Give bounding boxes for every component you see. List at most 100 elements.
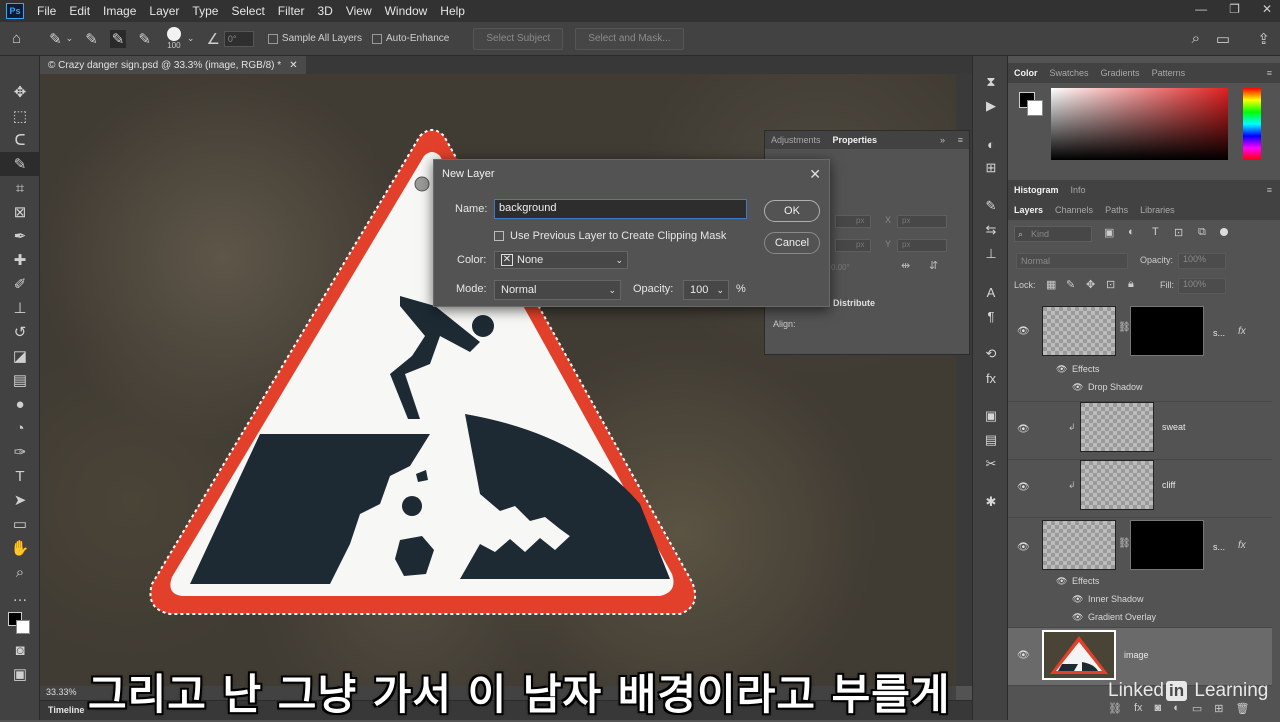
lock-all-icon[interactable]: 🔒︎ [1128, 278, 1134, 291]
glyphs-icon[interactable]: ⟲ [973, 342, 1009, 366]
search-icon[interactable]: ⌕ [1192, 30, 1200, 47]
width-field[interactable]: px [835, 215, 871, 228]
ok-button[interactable]: OK [764, 200, 820, 222]
filter-type-icon[interactable]: T [1152, 226, 1159, 238]
history-icon[interactable]: ⧗ [973, 70, 1009, 94]
zoom-tool-icon[interactable]: ⌕ [0, 560, 40, 584]
effects-eye-icon[interactable]: 👁︎ [1056, 364, 1067, 375]
eyedropper-tool-icon[interactable]: ✒ [0, 224, 40, 248]
restore-icon[interactable]: ❐ [1229, 2, 1240, 16]
screen-mode-icon[interactable]: ▣ [0, 662, 40, 686]
eraser-tool-icon[interactable]: ◪ [0, 344, 40, 368]
tab-histogram[interactable]: Histogram [1008, 185, 1065, 195]
frame-tool-icon[interactable]: ⊠ [0, 200, 40, 224]
new-group-icon[interactable]: ▭ [1192, 702, 1202, 715]
paragraph-icon[interactable]: ¶ [973, 304, 1009, 328]
fill-input[interactable]: 100% [1178, 278, 1226, 294]
menu-select[interactable]: Select [226, 4, 272, 18]
add-mask-icon[interactable]: ◙ [1155, 702, 1162, 715]
adjustments-icon[interactable]: ◐ [973, 132, 1009, 156]
filter-pixel-icon[interactable]: ▣ [1104, 226, 1114, 239]
height-field[interactable]: px [835, 239, 871, 252]
minimize-icon[interactable]: — [1195, 2, 1207, 16]
close-dialog-icon[interactable]: ✕ [809, 166, 821, 183]
menu-window[interactable]: Window [380, 4, 436, 18]
tab-paths[interactable]: Paths [1099, 205, 1134, 215]
properties-icon[interactable]: ⊞ [973, 156, 1009, 180]
dodge-tool-icon[interactable]: ◔ [0, 416, 40, 440]
tab-properties[interactable]: Properties [827, 135, 884, 145]
chevron-down-icon[interactable]: ⌄ [66, 33, 74, 44]
filter-shape-icon[interactable]: ⊡ [1174, 226, 1183, 239]
effects-eye-icon[interactable]: 👁︎ [1056, 576, 1067, 587]
angle-input[interactable]: 0° [223, 30, 254, 47]
zoom-level[interactable]: 33.33% [46, 687, 77, 697]
clipping-mask-checkbox[interactable]: Use Previous Layer to Create Clipping Ma… [494, 230, 726, 242]
lasso-tool-icon[interactable]: ᑕ [0, 128, 40, 152]
layer-filter-kind[interactable]: ⌕ Kind [1014, 226, 1092, 242]
panel-menu-icon[interactable]: ≡ [1267, 68, 1272, 78]
quick-mask-icon[interactable]: ◙ [0, 638, 40, 662]
tab-layers[interactable]: Layers [1008, 205, 1049, 215]
layer-name-input[interactable]: background [494, 199, 747, 219]
tab-adjustments[interactable]: Adjustments [765, 135, 827, 145]
healing-brush-icon[interactable]: ✚ [0, 248, 40, 272]
sample-all-layers-checkbox[interactable]: Sample All Layers [267, 33, 362, 44]
background-color-swatch[interactable] [16, 620, 30, 634]
drop-shadow-eye-icon[interactable]: 👁︎ [1072, 382, 1083, 393]
cancel-button[interactable]: Cancel [764, 232, 820, 254]
scissors-icon[interactable]: ✂ [973, 452, 1009, 476]
new-layer-icon[interactable]: ⊞ [1214, 702, 1223, 715]
clone-stamp-icon[interactable]: ⊥ [0, 296, 40, 320]
fx-icon[interactable]: fx [1238, 540, 1246, 551]
visibility-eye-icon[interactable]: 👁︎ [1017, 424, 1030, 435]
crop-tool-icon[interactable]: ⌗ [0, 176, 40, 200]
brush-tool-icon[interactable]: ✐ [0, 272, 40, 296]
visibility-eye-icon[interactable]: 👁︎ [1017, 650, 1030, 661]
menu-type[interactable]: Type [187, 4, 226, 18]
marquee-tool-icon[interactable]: ⬚ [0, 104, 40, 128]
chevron-down-icon[interactable]: ⌄ [187, 33, 195, 44]
auto-enhance-checkbox[interactable]: Auto-Enhance [371, 33, 449, 44]
select-subject-button[interactable]: Select Subject [473, 27, 564, 50]
flip-vertical-icon[interactable]: ⇵ [929, 259, 938, 272]
workspace-icon[interactable]: ▭ [1216, 30, 1230, 48]
subtract-selection-icon[interactable]: ✎ [138, 30, 151, 48]
filter-smart-object-icon[interactable]: ⧉ [1198, 226, 1206, 239]
home-icon[interactable]: ⌂ [12, 30, 21, 47]
menu-file[interactable]: File [32, 4, 64, 18]
brush-settings-icon[interactable]: ✎ [973, 194, 1009, 218]
close-tab-icon[interactable]: ✕ [289, 60, 297, 71]
lock-position-icon[interactable]: ✥ [1086, 278, 1095, 291]
mode-select[interactable]: Normal ⌄ [494, 280, 621, 300]
y-field[interactable]: px [897, 239, 947, 252]
tab-libraries[interactable]: Libraries [1134, 205, 1181, 215]
panel-menu-icon[interactable]: ≡ [958, 135, 963, 145]
hue-slider[interactable] [1243, 88, 1261, 160]
lock-image-icon[interactable]: ✎ [1066, 278, 1075, 291]
flip-horizontal-icon[interactable]: ⇹ [901, 259, 910, 272]
tab-channels[interactable]: Channels [1049, 205, 1099, 215]
rectangle-tool-icon[interactable]: ▭ [0, 512, 40, 536]
menu-view[interactable]: View [341, 4, 380, 18]
quick-selection-tool-icon[interactable]: ✎ [0, 152, 40, 176]
move-tool-icon[interactable]: ✥ [0, 80, 40, 104]
actions-play-icon[interactable]: ▶ [973, 94, 1009, 118]
layer-row[interactable]: 👁︎ ⛓︎ s... fx 👁︎ Effects 👁︎ Inner Shadow… [1008, 518, 1272, 628]
link-icon[interactable]: ⛓︎ [1118, 538, 1131, 549]
inner-shadow-eye-icon[interactable]: 👁︎ [1072, 594, 1083, 605]
more-tools-icon[interactable]: … [0, 584, 40, 608]
layer-row[interactable]: 👁︎ ↲ sweat [1008, 402, 1272, 460]
type-tool-icon[interactable]: T [0, 464, 40, 488]
menu-layer[interactable]: Layer [144, 4, 187, 18]
lock-artboard-icon[interactable]: ⊡ [1106, 278, 1115, 291]
layer-row[interactable]: 👁︎ ⛓︎ s... fx 👁︎ Effects 👁︎ Drop Shadow [1008, 302, 1272, 402]
tab-patterns[interactable]: Patterns [1146, 68, 1192, 78]
pen-tool-icon[interactable]: ✑ [0, 440, 40, 464]
close-window-icon[interactable]: ✕ [1262, 2, 1272, 16]
share-icon[interactable]: ⇪ [1257, 30, 1270, 48]
quick-select-tool-icon[interactable]: ✎ [49, 30, 62, 48]
timeline-tab[interactable]: Timeline [48, 705, 84, 715]
opacity-input[interactable]: 100 ⌄ [683, 280, 729, 300]
layer-row-selected[interactable]: 👁︎ image [1008, 628, 1272, 686]
